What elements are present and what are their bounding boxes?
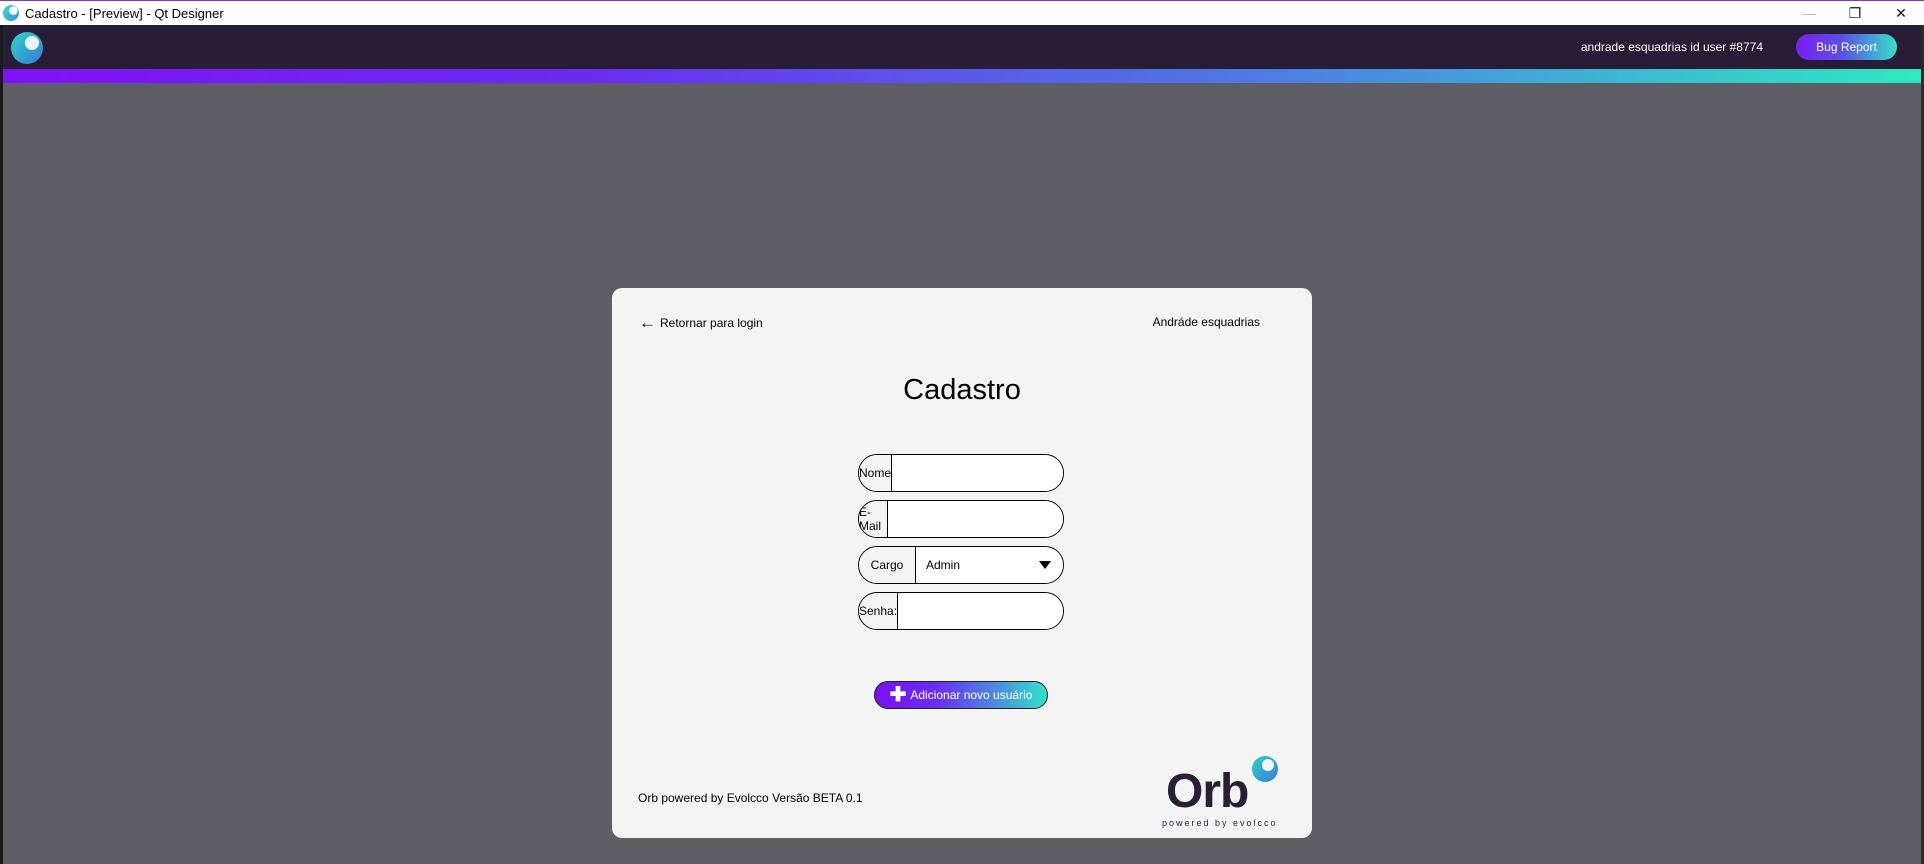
add-user-label: Adicionar novo usuário (910, 688, 1033, 702)
minimize-button[interactable]: — (1786, 1, 1832, 25)
senha-field: Senha: (858, 592, 1064, 630)
senha-label: Senha: (859, 593, 899, 629)
email-input[interactable] (888, 501, 1063, 537)
nome-field: Nome (858, 454, 1064, 492)
bug-report-button[interactable]: Bug Report (1796, 34, 1897, 60)
orb-dot-icon (1252, 756, 1278, 782)
page-title: Cadastro (903, 374, 1021, 406)
app-header: andrade esquadrias id user #8774 Bug Rep… (3, 25, 1921, 69)
version-footer: Orb powered by Evolcco Versão BETA 0.1 (638, 791, 863, 805)
restore-button[interactable]: ❐ (1832, 1, 1878, 25)
window-left-edge (0, 25, 3, 864)
register-card: ← Retornar para login Andráde esquadrias… (612, 288, 1312, 838)
orb-logo-icon (11, 32, 43, 64)
orb-brand-logo: Orb powered by evolcco (1162, 756, 1280, 830)
close-button[interactable]: ✕ (1878, 1, 1924, 25)
email-label: E-Mail (859, 501, 888, 537)
nome-label: Nome (859, 455, 893, 491)
back-to-login-link[interactable]: ← Retornar para login (639, 314, 763, 331)
window-controls: — ❐ ✕ (1786, 1, 1924, 25)
orb-logo-tagline: powered by evolcco (1162, 818, 1278, 828)
cargo-select[interactable]: Admin (916, 547, 1063, 583)
orb-logo-word: Orb (1166, 765, 1249, 818)
email-field: E-Mail (858, 500, 1064, 538)
arrow-left-icon: ← (639, 313, 656, 332)
plus-icon: ✚ (889, 684, 907, 706)
chevron-down-icon (1039, 561, 1051, 569)
back-to-login-label: Retornar para login (660, 315, 763, 330)
window-titlebar: Cadastro - [Preview] - Qt Designer — ❐ ✕ (0, 0, 1924, 25)
user-id-label: andrade esquadrias id user #8774 (1580, 40, 1763, 54)
cargo-label: Cargo (859, 547, 916, 583)
app-icon (3, 5, 19, 21)
nome-input[interactable] (892, 455, 1063, 491)
header-gradient-strip (3, 69, 1921, 83)
cargo-selected-value: Admin (926, 558, 961, 572)
add-user-button[interactable]: ✚ Adicionar novo usuário (874, 681, 1048, 709)
company-name: Andráde esquadrias (1152, 315, 1260, 329)
senha-input[interactable] (898, 593, 1063, 629)
cargo-field: Cargo Admin (858, 546, 1064, 584)
window-title: Cadastro - [Preview] - Qt Designer (25, 5, 224, 21)
